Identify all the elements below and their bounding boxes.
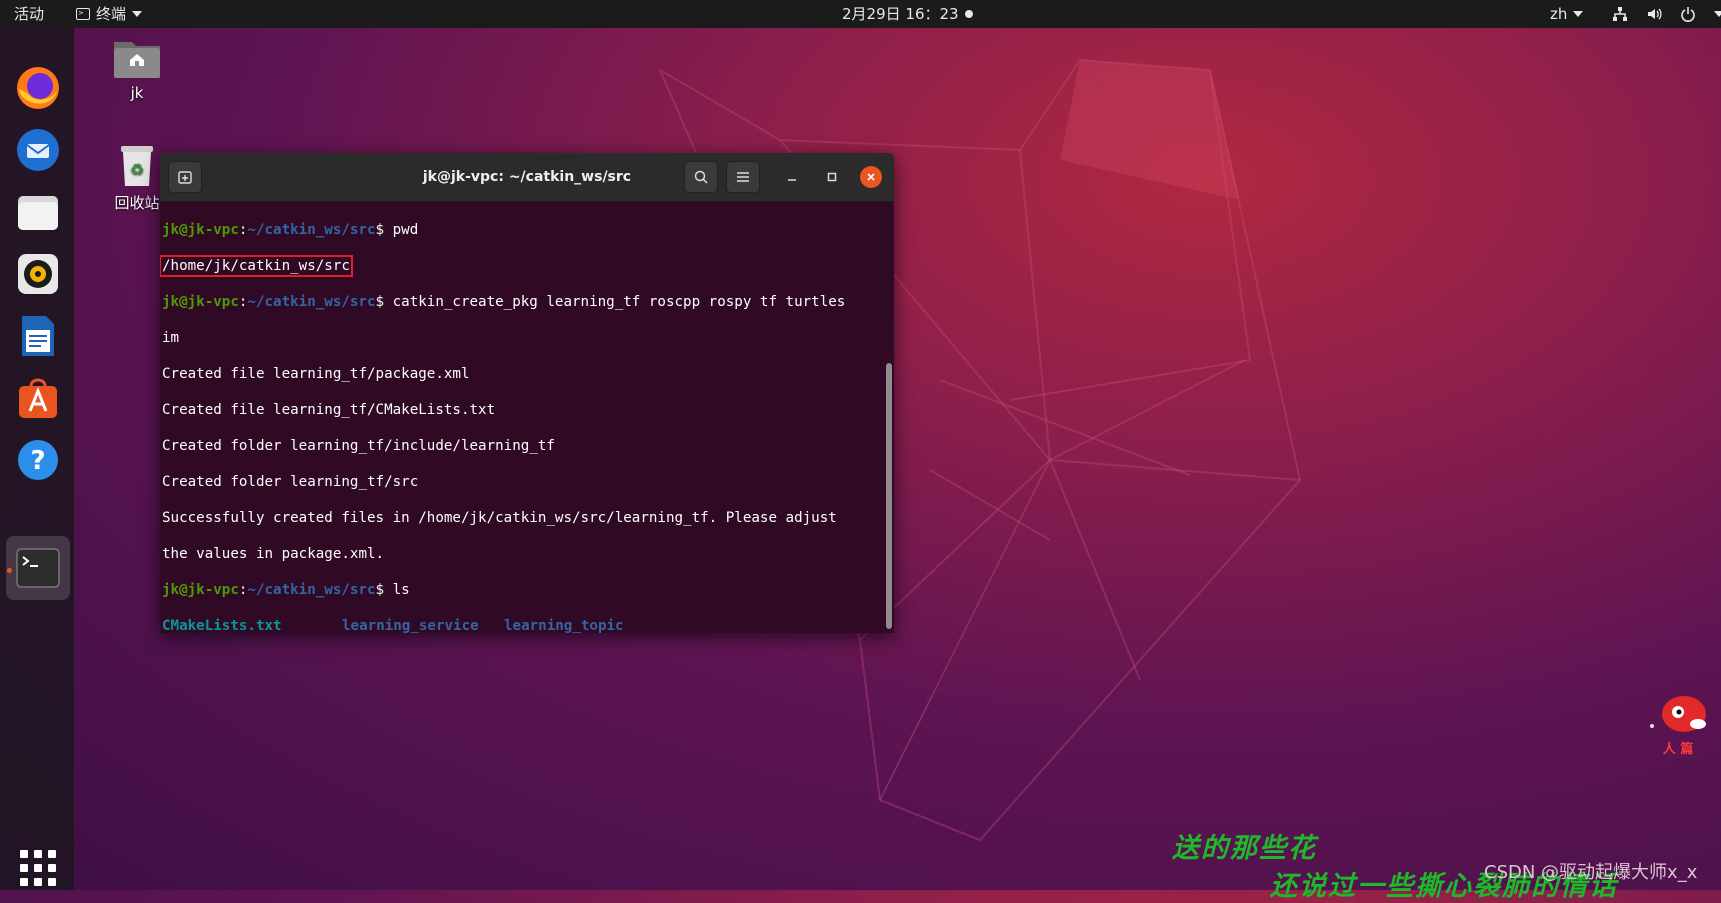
ls-entry: learning_topic: [504, 618, 624, 633]
close-icon: [867, 173, 875, 181]
terminal-line: jk@jk-vpc:~/catkin_ws/src$ ls: [162, 581, 882, 599]
terminal-line: jk@jk-vpc:~/catkin_ws/src$ catkin_create…: [162, 293, 882, 311]
search-button[interactable]: [684, 161, 718, 193]
thunderbird-icon: [17, 129, 59, 171]
prompt-path: ~/catkin_ws/src: [247, 294, 376, 310]
libreoffice-writer-launcher[interactable]: [14, 312, 62, 360]
new-tab-icon: [178, 171, 192, 184]
terminal-line: Successfully created files in /home/jk/c…: [162, 510, 837, 526]
prompt-path: ~/catkin_ws/src: [247, 582, 376, 598]
software-store-icon: [19, 378, 57, 418]
running-indicator: [7, 568, 12, 573]
dock: ?: [0, 28, 74, 890]
csdn-watermark: CSDN @驱动起爆大师x_x: [1484, 862, 1698, 883]
prompt-end: $: [375, 294, 393, 310]
calligraphy-line-1: 送的那些花: [1172, 833, 1317, 864]
mascot-widget[interactable]: 人 篇: [1648, 690, 1714, 757]
maximize-button[interactable]: [822, 167, 842, 187]
terminal-header-bar[interactable]: jk@jk-vpc: ~/catkin_ws/src: [160, 153, 894, 202]
terminal-line: jk@jk-vpc:~/catkin_ws/src$ pwd: [162, 221, 882, 239]
terminal-line: Created folder learning_tf/src: [162, 474, 419, 490]
home-folder-label: jk: [130, 84, 144, 102]
files-icon: [18, 196, 58, 230]
show-applications-button[interactable]: [20, 850, 56, 886]
menu-button[interactable]: [726, 161, 760, 193]
mascot-icon: [1650, 696, 1706, 732]
rhythmbox-icon: [18, 254, 58, 294]
ls-entry: CMakeLists.txt: [162, 618, 282, 633]
command-text: ls: [392, 582, 410, 598]
terminal-line: Created folder learning_tf/include/learn…: [162, 438, 555, 454]
new-tab-button[interactable]: [168, 161, 202, 193]
terminal-line: /home/jk/catkin_ws/src: [160, 255, 882, 277]
terminal-line: im: [162, 329, 882, 347]
rhythmbox-launcher[interactable]: [14, 250, 62, 298]
desktop-home-folder[interactable]: jk: [102, 36, 172, 102]
terminal-line: Created file learning_tf/CMakeLists.txt: [162, 402, 496, 418]
command-text: pwd: [392, 222, 419, 238]
terminal-window[interactable]: jk@jk-vpc: ~/catkin_ws/src jk@jk-vpc:~/c…: [160, 153, 894, 633]
prompt-end: $: [375, 582, 393, 598]
help-launcher[interactable]: ?: [14, 436, 62, 484]
terminal-scrollbar[interactable]: [886, 363, 892, 629]
svg-text:?: ?: [30, 446, 45, 476]
svg-text:♻: ♻: [130, 160, 144, 179]
ubuntu-software-launcher[interactable]: [14, 374, 62, 422]
terminal-launcher[interactable]: [14, 544, 62, 592]
terminal-line: Created file learning_tf/package.xml: [162, 366, 470, 382]
firefox-launcher[interactable]: [14, 64, 62, 112]
terminal-output[interactable]: jk@jk-vpc:~/catkin_ws/src$ pwd /home/jk/…: [160, 201, 882, 633]
home-folder-icon: [114, 42, 160, 78]
search-icon: [694, 170, 708, 184]
writer-icon: [22, 316, 54, 356]
command-text: catkin_create_pkg learning_tf roscpp ros…: [392, 294, 846, 310]
command-text-wrap: im: [162, 330, 180, 346]
pwd-output-highlighted: /home/jk/catkin_ws/src: [160, 255, 353, 277]
trash-icon: ♻: [121, 146, 153, 186]
maximize-icon: [827, 172, 837, 182]
minimize-button[interactable]: [782, 167, 802, 187]
terminal-line: the values in package.xml.: [162, 546, 385, 562]
prompt-user: jk@jk-vpc: [162, 582, 239, 598]
minimize-icon: [788, 179, 796, 181]
mascot-label: 人 篇: [1662, 742, 1694, 757]
files-launcher[interactable]: [14, 188, 62, 236]
prompt-user: jk@jk-vpc: [162, 294, 239, 310]
terminal-icon: [16, 548, 60, 588]
thunderbird-launcher[interactable]: [14, 126, 62, 174]
close-button[interactable]: [860, 166, 882, 188]
prompt-user: jk@jk-vpc: [162, 222, 239, 238]
firefox-icon: [17, 67, 59, 109]
ls-entry: learning_service: [342, 618, 479, 633]
hamburger-menu-icon: [737, 172, 749, 182]
help-icon: ?: [18, 440, 58, 480]
prompt-end: $: [375, 222, 393, 238]
prompt-path: ~/catkin_ws/src: [247, 222, 376, 238]
terminal-line: CMakeLists.txt learning_service learning_t…: [162, 617, 882, 633]
